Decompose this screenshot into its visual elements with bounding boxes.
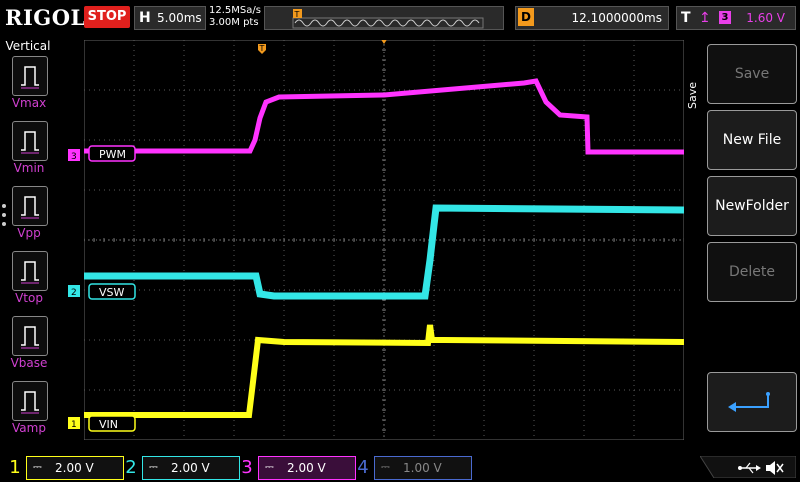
vmin-icon — [12, 121, 48, 161]
dc-coupling-icon: ⎓ — [33, 460, 42, 473]
horizontal-letter: H — [139, 10, 151, 26]
channel-scale-box: ⎓ 1.00 V — [374, 456, 472, 480]
ch1-offset-marker: 1 — [68, 417, 80, 430]
waveform-grid[interactable]: T PWM VSW VIN — [84, 40, 684, 440]
memory-trigger-marker: T — [294, 10, 300, 19]
center-marker — [381, 40, 387, 44]
status-icons — [699, 455, 797, 479]
save-button[interactable]: Save — [707, 44, 797, 104]
trigger-letter: T — [681, 10, 691, 26]
ch2-offset-marker: 2 — [68, 285, 80, 298]
menu-title: Save — [686, 82, 699, 110]
dc-coupling-icon: ⎓ — [265, 460, 274, 473]
channel-number: 2 — [125, 457, 137, 478]
measurement-label: Vmax — [11, 96, 47, 110]
vbase-icon — [12, 316, 48, 356]
vtop-icon — [12, 251, 48, 291]
trace-label-pwm: PWM — [88, 145, 136, 162]
channel-scale-box: ⎓ 2.00 V — [26, 456, 124, 480]
timebase-value: 5.00ms — [157, 11, 202, 25]
dc-coupling-icon: ⎓ — [149, 460, 158, 473]
svg-text:VIN: VIN — [99, 418, 118, 431]
measurement-label: Vtop — [15, 291, 43, 305]
memory-overview-bar[interactable]: T — [264, 6, 504, 30]
measurement-label: Vbase — [10, 356, 48, 370]
new-folder-button[interactable]: NewFolder — [707, 176, 797, 236]
channel-number: 4 — [357, 457, 369, 478]
delete-button[interactable]: Delete — [707, 242, 797, 302]
back-button[interactable] — [707, 372, 797, 432]
measurement-vamp[interactable]: Vamp — [10, 381, 56, 441]
top-status-bar: RIGOL STOP H 5.00ms 12.5MSa/s 3.00M pts … — [0, 0, 800, 34]
measurement-label: Vmin — [13, 161, 45, 175]
ch3-offset-marker: 3 — [68, 149, 80, 162]
delay-value: 12.1000000ms — [571, 11, 662, 25]
return-arrow-icon — [728, 392, 770, 412]
brand-logo: RIGOL — [5, 5, 86, 30]
measurement-label: Vamp — [12, 421, 46, 435]
channel-number: 1 — [9, 457, 21, 478]
svg-text:PWM: PWM — [99, 148, 126, 161]
channel-scale: 2.00 V — [287, 461, 326, 475]
svg-text:3: 3 — [71, 152, 77, 162]
memory-depth: 3.00M pts — [209, 17, 259, 28]
channel-scale: 2.00 V — [55, 461, 94, 475]
vpp-icon — [12, 186, 48, 226]
channel-status-bar: 1 ⎓ 2.00 V 2 ⎓ 2.00 V 3 ⎓ 2.00 V 4 ⎓ 1.00 V — [0, 454, 800, 480]
measurement-vtop[interactable]: Vtop — [10, 251, 56, 311]
run-stop-indicator[interactable]: STOP — [84, 6, 130, 28]
rising-edge-icon: ↥ — [699, 10, 711, 26]
measurement-vmin[interactable]: Vmin — [10, 121, 56, 181]
memory-waveform-preview: T — [292, 9, 484, 29]
trace-label-vsw: VSW — [88, 283, 136, 300]
channel-scale-box: ⎓ 2.00 V — [142, 456, 240, 480]
channel-scale-box: ⎓ 2.00 V — [258, 456, 356, 480]
horizontal-timebase-box[interactable]: H 5.00ms — [134, 6, 206, 30]
trigger-source-badge: 3 — [719, 11, 731, 24]
channel-offset-markers: 3 2 1 — [68, 149, 80, 430]
vamp-icon — [12, 381, 48, 421]
vmax-icon — [12, 56, 48, 96]
softkey-menu: Save Save New File NewFolder Delete — [686, 36, 800, 454]
measurement-vbase[interactable]: Vbase — [10, 316, 56, 376]
acquisition-info: 12.5MSa/s 3.00M pts — [209, 5, 261, 29]
measurement-panel: Vertical Vmax Vmin Vpp Vtop Vbase Vamp — [0, 36, 56, 454]
trigger-position-label: T — [259, 44, 265, 53]
trace-label-vin: VIN — [88, 415, 136, 432]
trigger-box[interactable]: T ↥ 3 1.60 V — [676, 6, 796, 30]
channel-scale: 2.00 V — [171, 461, 210, 475]
delay-box[interactable]: D 12.1000000ms — [515, 6, 669, 30]
measurement-label: Vpp — [17, 226, 41, 240]
svg-text:VSW: VSW — [99, 286, 125, 299]
new-file-button[interactable]: New File — [707, 110, 797, 170]
measurement-vpp[interactable]: Vpp — [10, 186, 56, 246]
channel-number: 3 — [241, 457, 253, 478]
svg-text:1: 1 — [71, 420, 77, 430]
measurement-category-title: Vertical — [5, 39, 51, 53]
dc-coupling-icon: ⎓ — [381, 460, 390, 473]
measurement-vmax[interactable]: Vmax — [10, 56, 56, 116]
channel-scale: 1.00 V — [403, 461, 442, 475]
svg-text:2: 2 — [71, 288, 77, 298]
delay-letter: D — [518, 8, 534, 26]
sample-rate: 12.5MSa/s — [209, 5, 261, 16]
trigger-level: 1.60 V — [746, 11, 785, 25]
